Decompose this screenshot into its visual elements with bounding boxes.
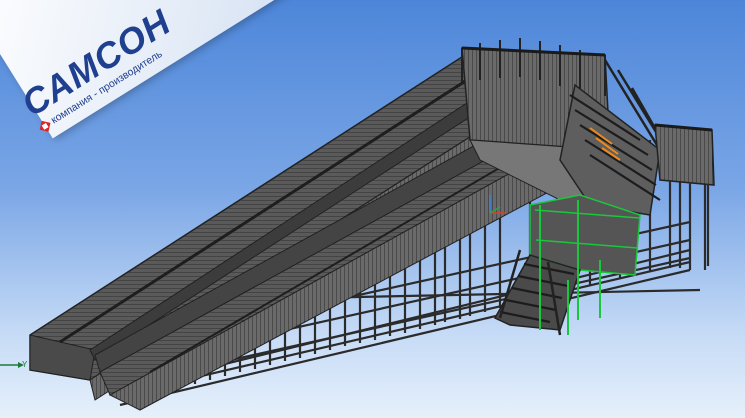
origin-axis-marker [0, 362, 24, 368]
diamond-logo-icon [39, 120, 51, 132]
axis-y-label: Y [22, 360, 28, 369]
lower-staircase-selected [493, 194, 641, 336]
3d-viewport[interactable]: Y САМСОН компания - производитель [0, 0, 745, 418]
